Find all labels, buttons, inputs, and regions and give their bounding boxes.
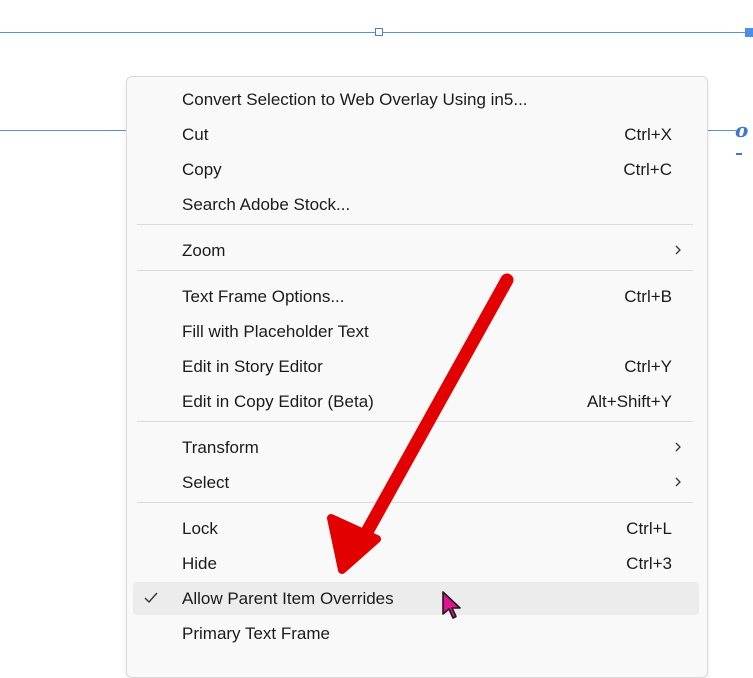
menu-item-lock[interactable]: Lock Ctrl+L — [127, 511, 707, 546]
menu-item-text-frame-options[interactable]: Text Frame Options... Ctrl+B — [127, 279, 707, 314]
menu-item-label: Lock — [182, 519, 218, 538]
menu-item-shortcut: Ctrl+C — [623, 160, 672, 179]
menu-item-cut[interactable]: Cut Ctrl+X — [127, 117, 707, 152]
menu-item-primary-text-frame[interactable]: Primary Text Frame — [127, 616, 707, 651]
menu-separator — [137, 421, 693, 422]
menu-item-hide[interactable]: Hide Ctrl+3 — [127, 546, 707, 581]
menu-item-fill-placeholder-text[interactable]: Fill with Placeholder Text — [127, 314, 707, 349]
chevron-right-icon — [675, 477, 681, 487]
menu-item-label: Edit in Copy Editor (Beta) — [182, 392, 374, 411]
text-frame-baseline-right — [706, 130, 736, 131]
menu-item-label: Fill with Placeholder Text — [182, 322, 369, 341]
menu-item-convert-web-overlay[interactable]: Convert Selection to Web Overlay Using i… — [127, 82, 707, 117]
menu-item-label: Select — [182, 473, 230, 492]
menu-item-allow-parent-overrides[interactable]: Allow Parent Item Overrides — [127, 581, 707, 616]
menu-item-label: Cut — [182, 125, 209, 144]
menu-item-zoom[interactable]: Zoom — [127, 233, 707, 268]
menu-item-label: Zoom — [182, 241, 226, 260]
menu-separator — [137, 502, 693, 503]
frame-top-right-handle[interactable] — [745, 28, 753, 37]
menu-item-label: Convert Selection to Web Overlay Using i… — [182, 90, 528, 109]
menu-item-label: Allow Parent Item Overrides — [182, 589, 394, 608]
menu-item-label: Hide — [182, 554, 217, 573]
menu-item-copy[interactable]: Copy Ctrl+C — [127, 152, 707, 187]
context-menu: Convert Selection to Web Overlay Using i… — [126, 76, 708, 678]
menu-item-label: Primary Text Frame — [182, 624, 330, 643]
menu-item-edit-story-editor[interactable]: Edit in Story Editor Ctrl+Y — [127, 349, 707, 384]
menu-item-select[interactable]: Select — [127, 465, 707, 500]
menu-item-search-adobe-stock[interactable]: Search Adobe Stock... — [127, 187, 707, 222]
menu-item-shortcut: Ctrl+L — [626, 519, 672, 538]
text-frame-baseline-left — [0, 130, 130, 131]
mouse-pointer-icon — [442, 591, 461, 619]
menu-separator — [137, 224, 693, 225]
menu-separator — [137, 270, 693, 271]
chevron-right-icon — [675, 245, 681, 255]
menu-item-label: Search Adobe Stock... — [182, 195, 351, 214]
text-threading-glyph: o — [735, 119, 753, 163]
chevron-right-icon — [675, 442, 681, 452]
menu-item-label: Text Frame Options... — [182, 287, 345, 306]
menu-item-shortcut: Ctrl+Y — [624, 357, 672, 376]
menu-item-label: Transform — [182, 438, 259, 457]
menu-item-label: Copy — [182, 160, 222, 179]
menu-item-shortcut: Alt+Shift+Y — [586, 392, 672, 411]
menu-item-transform[interactable]: Transform — [127, 430, 707, 465]
menu-item-shortcut: Ctrl+3 — [626, 554, 672, 573]
menu-item-edit-copy-editor[interactable]: Edit in Copy Editor (Beta) Alt+Shift+Y — [127, 384, 707, 419]
menu-item-shortcut: Ctrl+X — [624, 125, 672, 144]
menu-item-label: Edit in Story Editor — [182, 357, 323, 376]
menu-item-shortcut: Ctrl+B — [624, 287, 672, 306]
frame-top-center-handle[interactable] — [375, 28, 383, 36]
checkmark-icon — [144, 592, 158, 604]
